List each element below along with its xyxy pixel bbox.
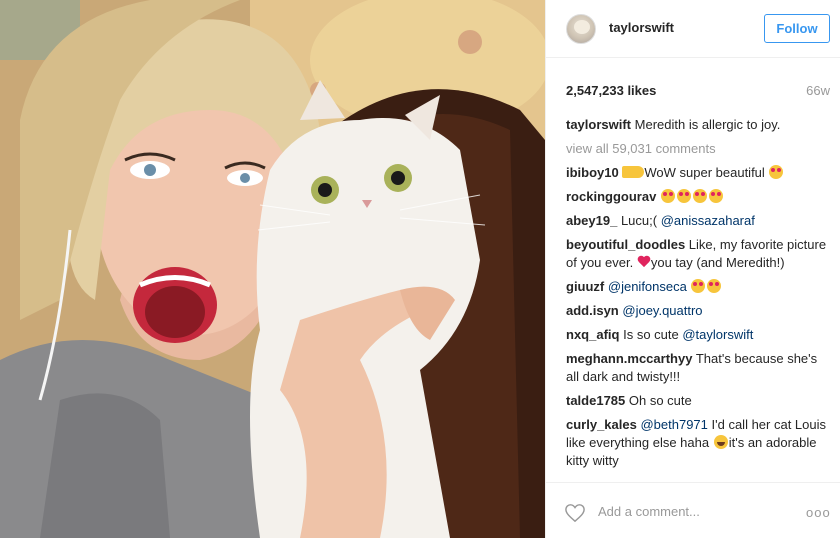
pointing-hand-emoji-icon xyxy=(622,166,645,178)
comments-list: taylorswift Meredith is allergic to joy.… xyxy=(566,116,831,480)
comment-item: add.isyn @joey.quattro xyxy=(566,302,831,320)
comment-username[interactable]: talde1785 xyxy=(566,393,625,408)
header-username[interactable]: taylorswift xyxy=(609,20,674,35)
comment-item: nxq_afiq Is so cute @taylorswift xyxy=(566,326,831,344)
heart-eyes-emoji-icon xyxy=(692,189,707,203)
comment-mention[interactable]: @beth7971 xyxy=(640,417,707,432)
heart-eyes-emoji-icon xyxy=(660,189,675,203)
ellipsis-icon[interactable]: ooo xyxy=(806,505,830,520)
comment-footer: ooo xyxy=(546,482,840,538)
likes-count[interactable]: 2,547,233 likes xyxy=(566,83,656,98)
post-header: taylorswift Follow xyxy=(546,0,840,58)
comment-text-continued: you tay (and Meredith!) xyxy=(650,255,785,270)
post-age[interactable]: 66w xyxy=(806,83,830,98)
follow-button[interactable]: Follow xyxy=(764,14,830,43)
post-photo[interactable] xyxy=(0,0,545,538)
comment-username[interactable]: curly_kales xyxy=(566,417,637,432)
caption-username[interactable]: taylorswift xyxy=(566,117,631,132)
comment-text: WoW super beautiful xyxy=(644,165,765,180)
comment-username[interactable]: abey19_ xyxy=(566,213,617,228)
add-comment-input[interactable] xyxy=(598,504,798,519)
comment-item: rockinggourav xyxy=(566,188,831,206)
heart-eyes-emoji-icon xyxy=(691,279,706,293)
comment-text: Is so cute xyxy=(623,327,679,342)
heart-eyes-emoji-icon xyxy=(707,279,722,293)
comments-fade xyxy=(546,470,840,482)
comment-item: talde1785 Oh so cute xyxy=(566,392,831,410)
heart-eyes-emoji-icon xyxy=(769,165,784,179)
post-sidebar: taylorswift Follow 2,547,233 likes 66w t… xyxy=(545,0,840,538)
comment-username[interactable]: add.isyn xyxy=(566,303,619,318)
comment-item: meghann.mccarthyy That's because she's a… xyxy=(566,350,831,386)
heart-outline-icon[interactable] xyxy=(564,503,586,523)
comment-item: ibiboy10 WoW super beautiful xyxy=(566,164,831,182)
comment-text: Lucu;( xyxy=(620,213,658,228)
comment-username[interactable]: ibiboy10 xyxy=(566,165,619,180)
comment-text: Oh so cute xyxy=(628,393,692,408)
comment-username[interactable]: nxq_afiq xyxy=(566,327,619,342)
photo-image xyxy=(0,0,545,538)
comment-item: giuuzf @jenifonseca xyxy=(566,278,831,296)
likes-row: 2,547,233 likes 66w xyxy=(566,83,830,101)
avatar[interactable] xyxy=(566,14,596,44)
comment-username[interactable]: rockinggourav xyxy=(566,189,656,204)
caption-text: Meredith is allergic to joy. xyxy=(634,117,781,132)
comment-mention[interactable]: @taylorswift xyxy=(682,327,753,342)
comment-mention[interactable]: @jenifonseca xyxy=(608,279,687,294)
view-all-comments-link[interactable]: view all 59,031 comments xyxy=(566,140,831,158)
comment-username[interactable]: meghann.mccarthyy xyxy=(566,351,692,366)
comment-item: beyoutiful_doodles Like, my favorite pic… xyxy=(566,236,831,272)
caption: taylorswift Meredith is allergic to joy. xyxy=(566,116,831,134)
laughing-emoji-icon xyxy=(713,435,728,449)
comment-item: curly_kales @beth7971 I'd call her cat L… xyxy=(566,416,831,470)
heart-emoji-icon xyxy=(637,256,651,269)
comment-username[interactable]: giuuzf xyxy=(566,279,604,294)
heart-eyes-emoji-icon xyxy=(676,189,691,203)
comment-item: abey19_ Lucu;( @anissazaharaf xyxy=(566,212,831,230)
comment-username[interactable]: beyoutiful_doodles xyxy=(566,237,685,252)
comment-mention[interactable]: @anissazaharaf xyxy=(661,213,755,228)
heart-eyes-emoji-icon xyxy=(708,189,723,203)
comment-mention[interactable]: @joey.quattro xyxy=(622,303,702,318)
